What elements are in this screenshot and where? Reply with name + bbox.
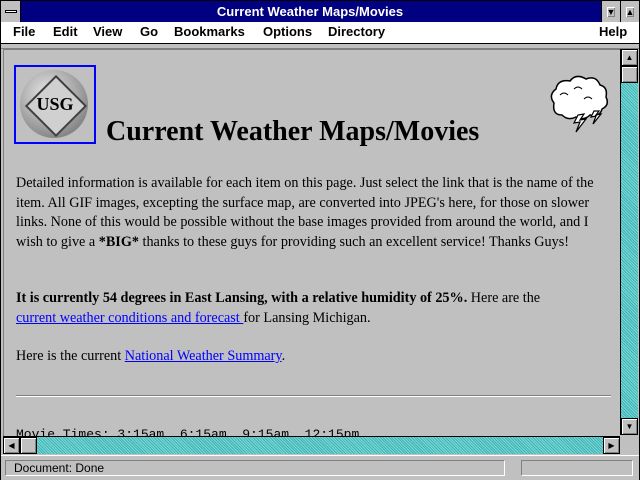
scrollbar-corner bbox=[620, 436, 638, 454]
left-arrow-icon: ◀ bbox=[8, 441, 15, 450]
vertical-scroll-thumb[interactable] bbox=[621, 66, 638, 83]
menu-file[interactable]: File bbox=[13, 24, 35, 39]
horizontal-rule bbox=[16, 395, 611, 397]
system-menu-button[interactable] bbox=[1, 1, 21, 22]
page-content: USG Current Weather Maps/Movies Detailed… bbox=[3, 49, 620, 436]
scroll-left-button[interactable]: ◀ bbox=[3, 437, 20, 454]
horizontal-scroll-thumb[interactable] bbox=[20, 437, 37, 454]
summary-paragraph: Here is the current National Weather Sum… bbox=[16, 347, 611, 367]
movie-times: Movie Times: 3:15am 6:15am 9:15am 12:15p… bbox=[16, 427, 360, 436]
storm-cloud-icon bbox=[550, 75, 609, 133]
up-arrow-icon: ▲ bbox=[625, 53, 634, 62]
menu-directory[interactable]: Directory bbox=[328, 24, 385, 39]
current-text: Here are the bbox=[467, 290, 541, 306]
page-heading: Current Weather Maps/Movies bbox=[106, 116, 480, 147]
minimize-icon: ▼ bbox=[606, 6, 616, 17]
menu-go[interactable]: Go bbox=[140, 24, 158, 39]
scroll-down-button[interactable]: ▼ bbox=[621, 418, 638, 435]
maximize-button[interactable]: ▲ bbox=[620, 1, 639, 22]
scroll-up-button[interactable]: ▲ bbox=[621, 49, 638, 66]
menu-view[interactable]: View bbox=[93, 24, 122, 39]
horizontal-scrollbar[interactable]: ◀ ▶ bbox=[3, 436, 620, 454]
usg-logo-link[interactable]: USG bbox=[14, 65, 96, 144]
menu-edit[interactable]: Edit bbox=[53, 24, 78, 39]
summary-text: Here is the current bbox=[16, 348, 125, 364]
menu-options[interactable]: Options bbox=[263, 24, 312, 39]
menu-bar: File Edit View Go Bookmarks Options Dire… bbox=[1, 22, 639, 44]
logo-text: USG bbox=[36, 94, 74, 114]
summary-end: . bbox=[281, 348, 286, 364]
window-title: Current Weather Maps/Movies bbox=[216, 4, 404, 19]
current-conditions-paragraph: It is currently 54 degrees in East Lansi… bbox=[16, 289, 611, 328]
menu-help[interactable]: Help bbox=[599, 24, 627, 39]
maximize-icon: ▲ bbox=[625, 6, 635, 17]
minimize-button[interactable]: ▼ bbox=[601, 1, 620, 22]
intro-end: thanks to these guys for providing such … bbox=[138, 233, 569, 250]
progress-indicator bbox=[521, 460, 633, 476]
status-bar: Document: Done bbox=[1, 455, 639, 480]
status-text: Document: Done bbox=[5, 460, 505, 476]
right-arrow-icon: ▶ bbox=[608, 441, 615, 450]
down-arrow-icon: ▼ bbox=[625, 422, 634, 431]
conditions-end: for Lansing Michigan. bbox=[243, 309, 371, 326]
intro-paragraph: Detailed information is available for ea… bbox=[16, 174, 611, 252]
intro-bold: *BIG* bbox=[98, 233, 139, 250]
current-temperature: It is currently 54 degrees in East Lansi… bbox=[16, 290, 468, 306]
scroll-right-button[interactable]: ▶ bbox=[603, 437, 620, 454]
vertical-scrollbar[interactable]: ▲ ▼ bbox=[620, 49, 638, 435]
national-weather-summary-link[interactable]: National Weather Summary bbox=[125, 348, 282, 364]
browser-window: Current Weather Maps/Movies ▼ ▲ File Edi… bbox=[0, 0, 640, 480]
menu-bookmarks[interactable]: Bookmarks bbox=[174, 24, 245, 39]
conditions-forecast-link[interactable]: current weather conditions and forecast bbox=[16, 310, 243, 326]
title-bar[interactable]: Current Weather Maps/Movies ▼ ▲ bbox=[1, 1, 639, 22]
